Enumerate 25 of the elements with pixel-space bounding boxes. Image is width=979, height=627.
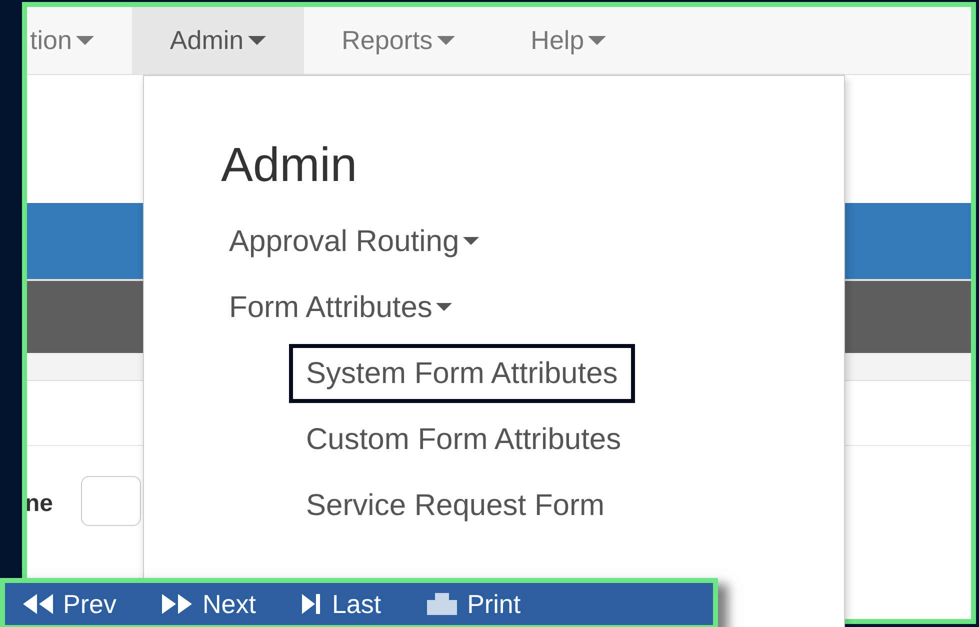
- nav-menu-item[interactable]: Admin: [132, 7, 304, 74]
- submenu-item[interactable]: System Form Attributes: [289, 344, 635, 402]
- menu-item[interactable]: Approval Routing: [221, 208, 480, 274]
- text-input[interactable]: [81, 476, 142, 526]
- caret-icon: [588, 36, 606, 45]
- nav-menu-item[interactable]: tion: [27, 7, 132, 74]
- nav-menu-item[interactable]: Help: [492, 7, 644, 74]
- menu-heading: Admin: [221, 142, 358, 194]
- caret-icon: [248, 36, 266, 45]
- toolbar-button[interactable]: Next: [162, 584, 256, 624]
- submenu-item[interactable]: Service Request Form: [289, 476, 622, 534]
- toolbar-button[interactable]: Print: [427, 584, 521, 624]
- skip-end-icon: [302, 594, 322, 614]
- printer-icon: [427, 593, 458, 615]
- rewind-icon: [23, 594, 53, 614]
- toolbar-button[interactable]: Prev: [23, 584, 116, 624]
- fast-forward-icon: [162, 594, 192, 614]
- toolbar-button[interactable]: Last: [302, 584, 382, 624]
- caret-icon: [436, 303, 452, 311]
- nav-menu-item[interactable]: Reports: [304, 7, 493, 74]
- submenu-item[interactable]: Custom Form Attributes: [289, 410, 638, 468]
- caret-icon: [463, 237, 480, 245]
- caret-icon: [436, 36, 455, 45]
- caret-icon: [76, 36, 94, 45]
- menu-item[interactable]: Form Attributes: [221, 274, 452, 340]
